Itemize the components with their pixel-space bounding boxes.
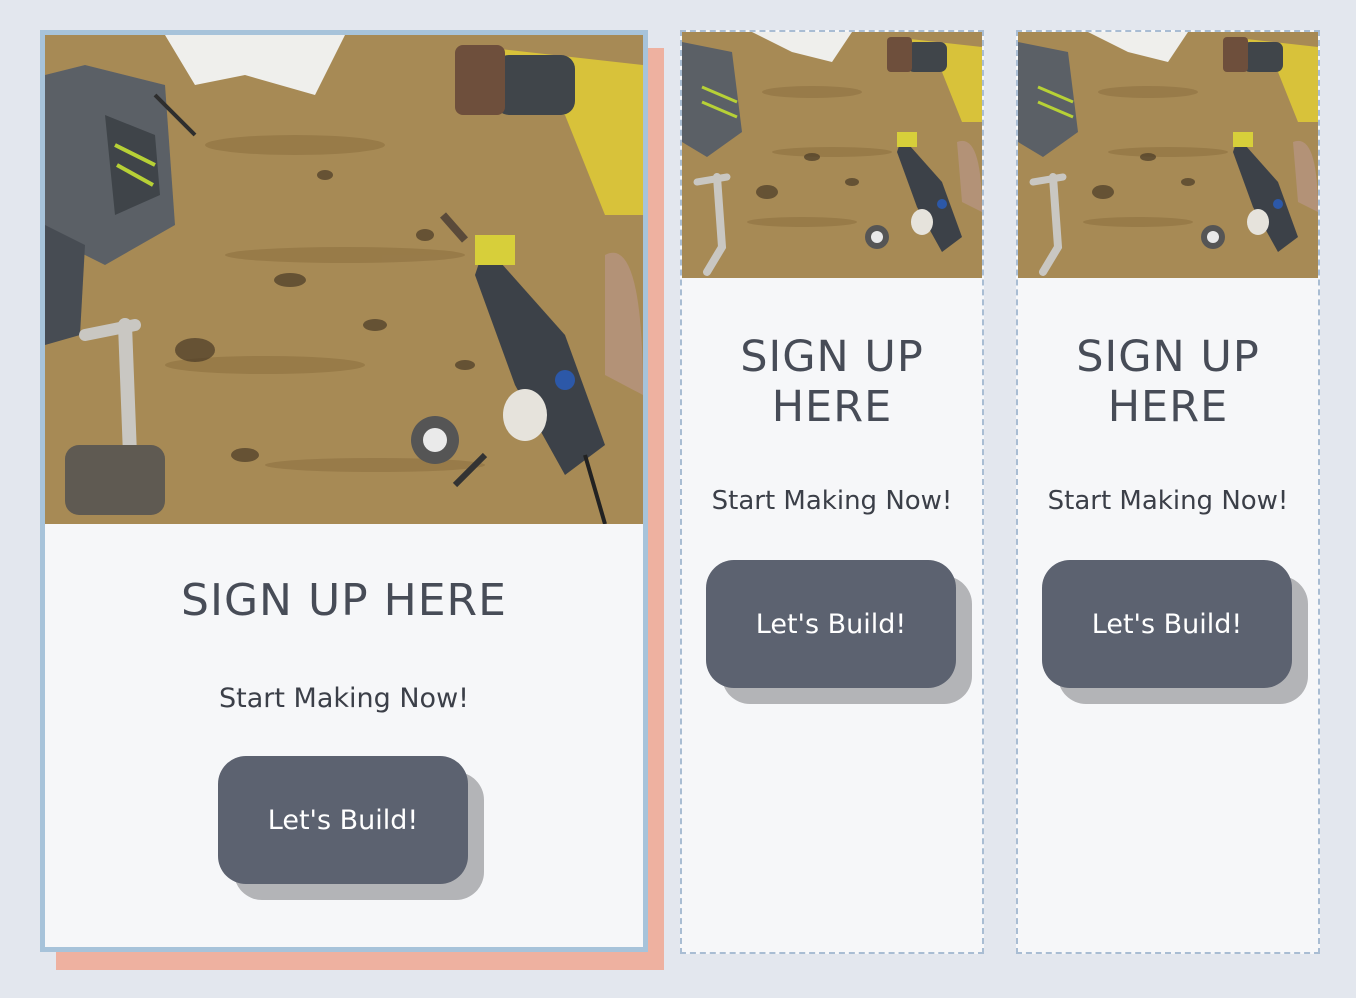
lets-build-button[interactable]: Let's Build!	[218, 756, 468, 884]
lets-build-button[interactable]: Let's Build!	[1042, 560, 1292, 688]
signup-card-narrow-1: SIGN UP HERE Start Making Now! Let's Bui…	[680, 30, 984, 954]
signup-subtitle: Start Making Now!	[219, 683, 469, 714]
signup-card-narrow-2: SIGN UP HERE Start Making Now! Let's Bui…	[1016, 30, 1320, 954]
workbench-tools-image	[1018, 32, 1318, 278]
signup-title: SIGN UP HERE	[1018, 332, 1318, 432]
workbench-tools-image	[682, 32, 982, 278]
signup-title: SIGN UP HERE	[682, 332, 982, 432]
lets-build-button[interactable]: Let's Build!	[706, 560, 956, 688]
signup-title-text: SIGN UP HERE	[740, 332, 924, 432]
signup-subtitle: Start Making Now!	[1047, 486, 1289, 516]
signup-card-main: SIGN UP HERE Start Making Now! Let's Bui…	[40, 30, 648, 952]
signup-subtitle: Start Making Now!	[711, 486, 953, 516]
signup-title-text: SIGN UP HERE	[1076, 332, 1260, 432]
signup-title: SIGN UP HERE	[181, 575, 507, 626]
workbench-tools-image	[45, 35, 643, 524]
